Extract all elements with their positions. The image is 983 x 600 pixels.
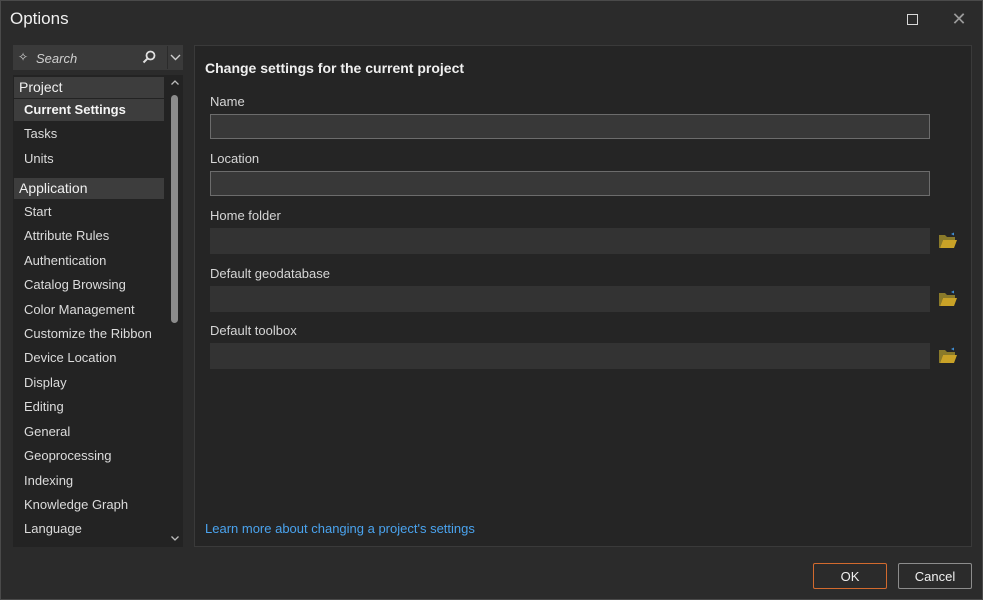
nav-item-attribute-rules[interactable]: Attribute Rules [14,225,164,247]
nav-item-authentication[interactable]: Authentication [14,250,164,272]
scroll-up-arrow-icon[interactable] [170,78,180,88]
search-icon[interactable] [141,49,157,65]
nav-item-catalog-browsing[interactable]: Catalog Browsing [14,274,164,296]
folder-open-icon[interactable] [938,347,958,365]
nav-group-project: Project [14,77,164,98]
home-folder-field[interactable] [210,228,930,254]
search-placeholder[interactable]: Search [36,51,77,66]
scroll-down-arrow-icon[interactable] [170,533,180,543]
options-dialog: Options ✕ ✧ Search Project Current Setti… [0,0,983,600]
nav-scrollbar[interactable] [166,75,183,547]
nav-item-editing[interactable]: Editing [14,396,164,418]
location-field[interactable] [210,171,930,196]
nav-item-customize-the-ribbon[interactable]: Customize the Ribbon [14,323,164,345]
nav-item-start[interactable]: Start [14,201,164,223]
nav-group-application: Application [14,178,164,199]
options-nav-list: Project Current Settings Tasks Units App… [13,75,183,547]
nav-item-device-location[interactable]: Device Location [14,347,164,369]
name-label: Name [210,94,245,109]
cancel-button[interactable]: Cancel [898,563,972,589]
nav-item-units[interactable]: Units [14,148,164,170]
learn-more-link[interactable]: Learn more about changing a project's se… [205,521,475,536]
default-toolbox-label: Default toolbox [210,323,297,338]
nav-item-knowledge-graph[interactable]: Knowledge Graph [14,494,164,516]
default-geodatabase-field[interactable] [210,286,930,312]
ok-button[interactable]: OK [813,563,887,589]
settings-panel: Change settings for the current project … [194,45,972,547]
title-bar: Options ✕ [1,1,982,37]
nav-item-color-management[interactable]: Color Management [14,299,164,321]
nav-item-display[interactable]: Display [14,372,164,394]
home-folder-label: Home folder [210,208,281,223]
folder-open-icon[interactable] [938,232,958,250]
nav-item-indexing[interactable]: Indexing [14,470,164,492]
location-label: Location [210,151,260,166]
nav-item-current-settings[interactable]: Current Settings [14,99,164,121]
window-title: Options [10,9,69,28]
nav-item-geoprocessing[interactable]: Geoprocessing [14,445,164,467]
panel-title: Change settings for the current project [205,60,465,76]
default-geodatabase-label: Default geodatabase [210,266,330,281]
scroll-thumb[interactable] [171,95,178,323]
default-toolbox-field[interactable] [210,343,930,369]
close-icon: ✕ [951,8,967,29]
options-search-box[interactable]: ✧ Search [13,45,183,70]
maximize-button[interactable] [900,7,924,31]
name-field[interactable] [210,114,930,139]
nav-item-tasks[interactable]: Tasks [14,123,164,145]
close-button[interactable]: ✕ [947,7,971,31]
folder-open-icon[interactable] [938,290,958,308]
nav-item-general[interactable]: General [14,421,164,443]
chevron-down-icon[interactable] [168,49,183,65]
nav-item-language[interactable]: Language [14,518,164,540]
maximize-icon [906,13,918,25]
sparkle-icon: ✧ [18,50,29,64]
